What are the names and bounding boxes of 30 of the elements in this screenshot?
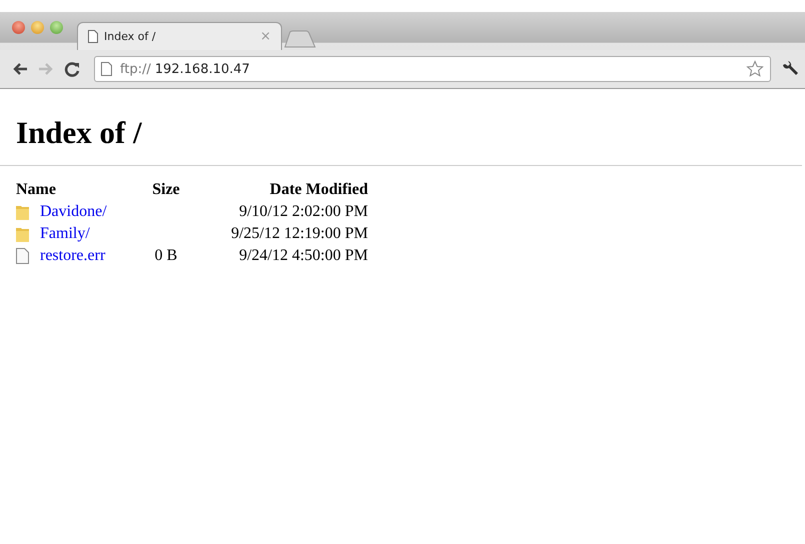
back-arrow-icon[interactable] xyxy=(12,62,28,76)
wrench-icon[interactable] xyxy=(781,60,799,78)
file-link[interactable]: Davidone/ xyxy=(40,201,107,223)
zoom-window-button[interactable] xyxy=(50,20,63,34)
address-bar[interactable]: ftp:// 192.168.10.47 xyxy=(94,56,771,82)
close-window-button[interactable] xyxy=(12,20,25,34)
folder-icon xyxy=(16,204,29,220)
file-size: 0 B xyxy=(154,247,178,264)
column-header: Name xyxy=(16,180,57,200)
minimize-window-button[interactable] xyxy=(31,20,44,34)
file-link[interactable]: Family/ xyxy=(40,223,90,245)
forward-arrow-icon[interactable] xyxy=(38,62,54,76)
page-icon xyxy=(88,30,98,43)
column-header: Date Modified xyxy=(268,180,368,200)
url-host: 192.168.10.47 xyxy=(154,62,251,76)
new-tab-button[interactable] xyxy=(284,30,316,48)
date-modified: 9/10/12 2:02:00 PM xyxy=(239,203,368,220)
column-header: Size xyxy=(151,180,181,200)
reload-icon[interactable] xyxy=(64,61,80,77)
url-scheme: ftp:// xyxy=(120,62,151,76)
page-heading: Index of / xyxy=(16,115,143,151)
tab-title: Index of / xyxy=(104,30,157,43)
star-icon[interactable] xyxy=(746,60,764,78)
date-modified: 9/24/12 4:50:00 PM xyxy=(239,247,368,264)
file-icon xyxy=(16,248,29,264)
file-link[interactable]: restore.err xyxy=(40,245,106,267)
folder-icon xyxy=(16,226,29,242)
page-icon xyxy=(101,62,112,76)
date-modified: 9/25/12 12:19:00 PM xyxy=(231,225,368,242)
browser-tab[interactable]: Index of / × xyxy=(77,22,282,50)
